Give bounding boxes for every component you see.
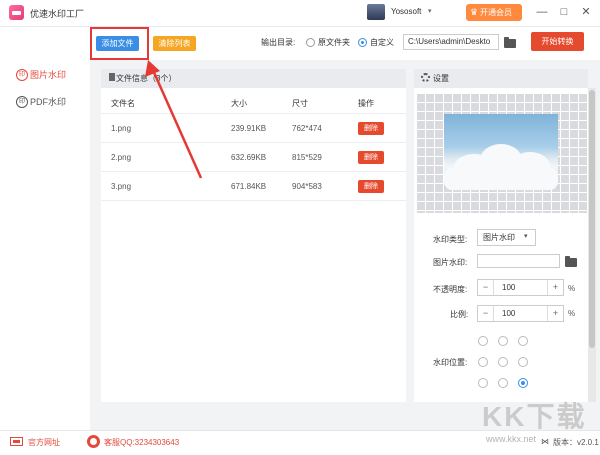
- user-avatar[interactable]: [367, 4, 385, 20]
- delete-button[interactable]: 删除: [358, 180, 384, 193]
- clear-list-button[interactable]: 清除列表: [153, 36, 196, 51]
- sidebar: [0, 27, 90, 430]
- start-convert-button[interactable]: 开始转换: [531, 32, 584, 51]
- column-header-name[interactable]: 文件名: [111, 98, 135, 109]
- increment-button[interactable]: +: [547, 306, 563, 321]
- position-top-right[interactable]: [518, 336, 528, 346]
- opacity-label: 不透明度:: [433, 285, 468, 294]
- close-icon[interactable]: ✕: [578, 3, 594, 21]
- column-header-size[interactable]: 大小: [231, 98, 247, 109]
- output-directory-label: 输出目录:: [261, 38, 296, 47]
- delete-button[interactable]: 删除: [358, 151, 384, 164]
- website-link[interactable]: 官方网址: [28, 437, 60, 448]
- file-name: 2.png: [111, 153, 132, 162]
- image-watermark-input[interactable]: [477, 254, 560, 268]
- support-qq-link[interactable]: 客服QQ:3234303643: [104, 437, 179, 448]
- position-middle-right[interactable]: [518, 357, 528, 367]
- vip-button[interactable]: 开通会员: [466, 4, 522, 21]
- radio-original-folder-label: 原文件夹: [318, 38, 350, 47]
- scale-label: 比例:: [450, 310, 469, 319]
- gear-icon: [421, 73, 430, 82]
- position-bottom-left[interactable]: [478, 378, 488, 388]
- username-label[interactable]: Yososoft: [391, 7, 421, 16]
- radio-custom-folder[interactable]: [358, 38, 367, 47]
- folder-icon[interactable]: [504, 37, 516, 48]
- position-top-center[interactable]: [498, 336, 508, 346]
- increment-button[interactable]: +: [547, 280, 563, 295]
- radio-custom-folder-label: 自定义: [370, 38, 394, 47]
- sidebar-item-label: PDF水印: [30, 97, 67, 107]
- column-header-action: 操作: [358, 99, 374, 108]
- delete-button[interactable]: 删除: [358, 122, 384, 135]
- version-label: 版本：v2.0.1: [553, 438, 599, 447]
- file-size: 239.91KB: [231, 124, 267, 133]
- folder-icon[interactable]: [565, 256, 577, 267]
- column-header-dims[interactable]: 尺寸: [292, 98, 308, 109]
- opacity-stepper[interactable]: − 100 +: [477, 279, 564, 296]
- row-divider: [101, 113, 406, 114]
- decrement-button[interactable]: −: [478, 306, 494, 321]
- row-divider: [101, 171, 406, 172]
- customer-service-icon: [87, 435, 100, 448]
- decrement-button[interactable]: −: [478, 280, 494, 295]
- image-watermark-icon: 印: [16, 69, 28, 81]
- sidebar-item-pdf-watermark[interactable]: 印 PDF水印: [0, 92, 90, 112]
- file-icon: [109, 73, 115, 81]
- preview-image: [444, 114, 558, 190]
- pdf-watermark-icon: 印: [16, 96, 28, 108]
- file-dims: 904*583: [292, 182, 322, 191]
- image-watermark-label: 图片水印:: [433, 258, 468, 267]
- percent-label: %: [568, 309, 576, 318]
- position-bottom-center[interactable]: [498, 378, 508, 388]
- maximize-icon[interactable]: □: [556, 3, 572, 21]
- website-icon: [10, 437, 23, 446]
- file-list-panel: [101, 69, 406, 402]
- site-watermark-url: www.kkx.net: [486, 434, 537, 444]
- file-name: 1.png: [111, 124, 132, 133]
- chevron-down-icon: ▾: [524, 233, 528, 240]
- file-dims: 762*474: [292, 124, 322, 133]
- row-divider: [101, 200, 406, 201]
- sidebar-item-image-watermark[interactable]: 印 图片水印: [0, 65, 90, 85]
- scale-value[interactable]: 100: [502, 306, 515, 321]
- cloud-shape: [444, 168, 558, 190]
- file-size: 632.69KB: [231, 153, 267, 162]
- user-menu-chevron-down-icon[interactable]: ▾: [428, 7, 432, 15]
- opacity-value[interactable]: 100: [502, 280, 515, 295]
- annotation-highlight-box: [90, 27, 149, 60]
- output-path-input[interactable]: C:\Users\admin\Deskto: [403, 34, 499, 50]
- position-middle-left[interactable]: [478, 357, 488, 367]
- radio-original-folder[interactable]: [306, 38, 315, 47]
- watermark-type-label: 水印类型:: [433, 235, 468, 244]
- site-watermark-logo: KK下载: [482, 401, 587, 432]
- settings-title: 设置: [433, 74, 449, 83]
- app-title: 优速水印工厂: [30, 9, 85, 19]
- file-name: 3.png: [111, 182, 132, 191]
- app-logo-icon: [9, 5, 24, 20]
- position-top-left[interactable]: [478, 336, 488, 346]
- percent-label: %: [568, 284, 576, 293]
- file-size: 671.84KB: [231, 182, 267, 191]
- position-bottom-right[interactable]: [518, 378, 528, 388]
- minimize-icon[interactable]: —: [534, 3, 550, 21]
- position-center[interactable]: [498, 357, 508, 367]
- share-icon: ⋈: [541, 437, 549, 446]
- row-divider: [101, 142, 406, 143]
- sidebar-item-label: 图片水印: [30, 70, 67, 80]
- scale-stepper[interactable]: − 100 +: [477, 305, 564, 322]
- file-dims: 815*529: [292, 153, 322, 162]
- file-count-label: 文件信息（3个）: [116, 74, 177, 83]
- settings-scrollbar-thumb[interactable]: [589, 90, 595, 348]
- watermark-position-label: 水印位置:: [433, 358, 468, 367]
